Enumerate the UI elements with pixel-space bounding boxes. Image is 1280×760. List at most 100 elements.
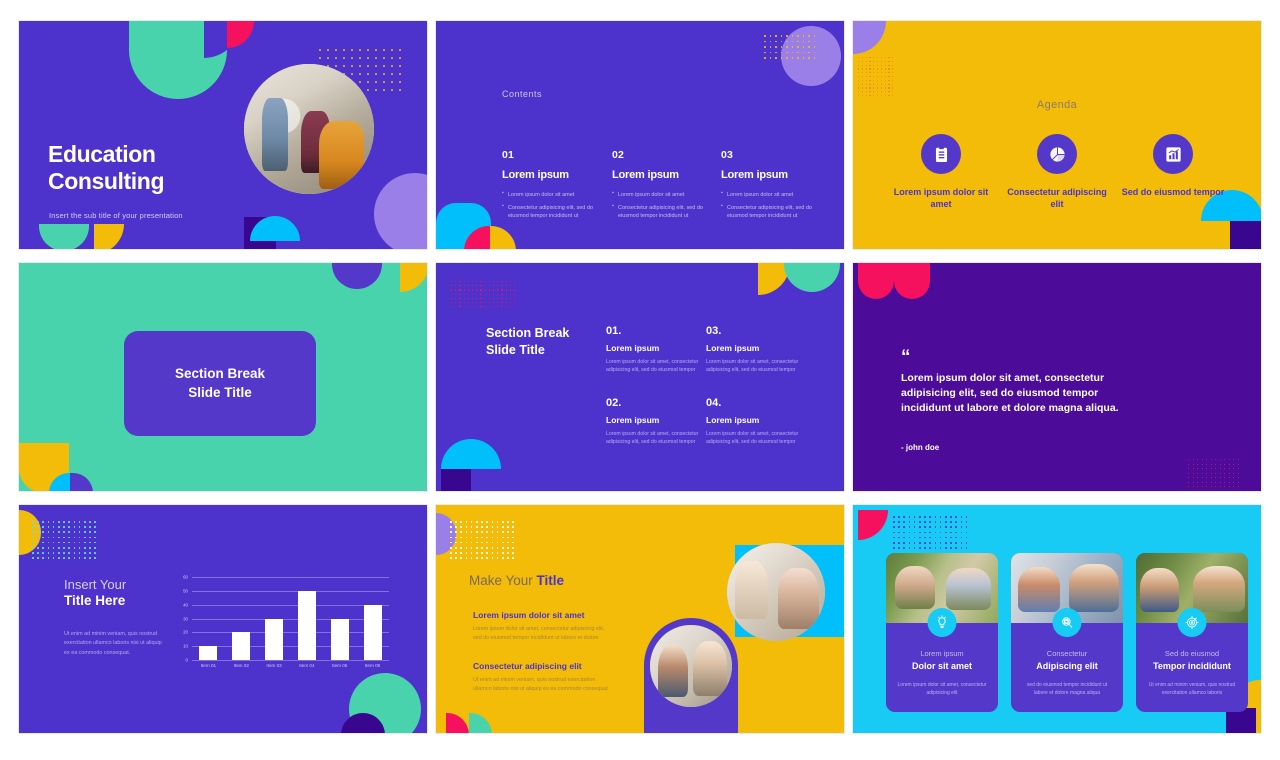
chart-gridline [192, 660, 389, 661]
title-photo [244, 64, 374, 194]
decor-dot-grid-pink [1188, 459, 1242, 491]
column-number: 01 [502, 149, 515, 161]
decor-pink-half-circle-left [858, 263, 894, 299]
decor-yellow-quarter [94, 224, 124, 249]
block-heading-1: Lorem ipsum dolor sit amet [473, 610, 585, 620]
chart-slide-title: Insert Your Title Here [64, 577, 126, 610]
card-title: Tempor incididunt [1153, 661, 1231, 671]
quote-text: Lorem ipsum dolor sit amet, consectetur … [901, 372, 1119, 415]
card-text: sed do eiusmod tempor incididunt ut labo… [1026, 682, 1108, 697]
decor-lavender-circle [374, 173, 427, 249]
section-list-item-2: 02. Lorem ipsum Lorem ipsum dolor sit am… [606, 397, 702, 447]
chart-bars [192, 577, 389, 660]
card-kicker: Consectetur [1046, 649, 1088, 658]
card-1[interactable]: Lorem ipsum Dolor sit amet Lorem ipsum d… [886, 553, 998, 712]
agenda-item-2[interactable]: Consectetur adipiscing elit [1003, 134, 1111, 210]
card-3[interactable]: Sed do eiusmod Tempor incididunt Ut enim… [1136, 553, 1248, 712]
quote-author: - john doe [901, 443, 940, 452]
agenda-item-caption: Sed do eiusmod tempor [1121, 187, 1225, 197]
section-title-line-2: Slide Title [486, 342, 545, 357]
chart-x-tick: Item 05 [332, 663, 348, 668]
title-subtitle: Insert the sub title of your presentatio… [49, 211, 183, 220]
slide-chart[interactable]: Insert Your Title Here Ut enim ad minim … [18, 504, 428, 734]
title-line-1: Education [48, 141, 156, 167]
slide-agenda[interactable]: Agenda Lorem ipsum dolor sit amet Consec… [852, 20, 1262, 250]
decor-dot-grid-cyan [32, 521, 100, 563]
decor-pink-quarter [858, 510, 888, 540]
item-number: 04. [706, 397, 722, 409]
chart-x-axis: Item 01 Item 02 Item 03 Item 04 Item 05 Item … [192, 663, 389, 668]
agenda-item-3[interactable]: Sed do eiusmod tempor [1119, 134, 1227, 210]
section-list-item-3: 03. Lorem ipsum Lorem ipsum dolor sit am… [706, 325, 802, 375]
decor-purple-half-circle [332, 263, 382, 289]
card-title: Dolor sit amet [911, 661, 972, 671]
block-body-1: Lorem ipsum dolor sit amet, consectetur … [473, 626, 605, 642]
card-2[interactable]: Consectetur Adipiscing elit sed do eiusm… [1011, 553, 1123, 712]
section-list-item-4: 04. Lorem ipsum Lorem ipsum dolor sit am… [706, 397, 802, 447]
chart-bar [363, 604, 382, 660]
slide-section-break-list[interactable]: Section Break Slide Title 01. Lorem ipsu… [435, 262, 845, 492]
item-heading: Lorem ipsum [706, 343, 760, 353]
classroom-photo [727, 543, 825, 641]
decor-teal-quarter [469, 713, 492, 733]
title-line-2: Consulting [48, 168, 165, 195]
section-break-title-line-1: Section Break [174, 366, 266, 382]
chart-bar [232, 632, 251, 660]
chart-x-tick: Item 02 [233, 663, 249, 668]
heading-plain: Make Your [469, 573, 537, 588]
card-title: Adipiscing elit [1036, 661, 1098, 671]
decor-dot-grid-pink [451, 281, 518, 310]
chart-bar [199, 646, 218, 660]
item-number: 03. [706, 325, 722, 337]
list-item: Consectetur adipisicing elit, sed do eiu… [721, 203, 821, 221]
slide-three-cards[interactable]: Lorem ipsum Dolor sit amet Lorem ipsum d… [852, 504, 1262, 734]
decor-yellow-quarter [400, 263, 427, 292]
bar-chart: 0 10 20 30 40 50 60 Item 01 Item 02 Item 03 Item … [174, 575, 389, 677]
decor-darkpurple-square [441, 466, 471, 491]
slide-heading: Make Your Title [469, 573, 564, 588]
chart-plot-area [192, 577, 389, 661]
card-kicker: Lorem ipsum [920, 649, 964, 658]
item-body: Lorem ipsum dolor sit amet, consectetur … [606, 431, 699, 446]
item-number: 01. [606, 325, 622, 337]
section-break-title: Section Break Slide Title [175, 365, 265, 401]
section-list-item-1: 01. Lorem ipsum Lorem ipsum dolor sit am… [606, 325, 702, 375]
target-dartboard-icon [1177, 608, 1207, 637]
column-heading: Lorem ipsum [502, 169, 569, 181]
list-item: Lorem ipsum dolor sit amet [721, 190, 821, 200]
slide-make-your-title[interactable]: Make Your Title Lorem ipsum dolor sit am… [435, 504, 845, 734]
decor-purple-quarter [70, 473, 93, 491]
bar-chart-growth-icon [1153, 134, 1193, 174]
slide-quote[interactable]: “ Lorem ipsum dolor sit amet, consectetu… [852, 262, 1262, 492]
agenda-items: Lorem ipsum dolor sit amet Consectetur a… [883, 134, 1231, 210]
item-body: Lorem ipsum dolor sit amet, consectetur … [606, 359, 699, 374]
agenda-item-caption: Consectetur adipiscing elit [1007, 187, 1107, 210]
card-text: Ut enim ad minim veniam, quis nostrud ex… [1148, 682, 1236, 697]
quote-mark: “ [901, 347, 911, 368]
block-heading-2: Consectetur adipiscing elit [473, 661, 582, 671]
slide-contents[interactable]: Contents 01 Lorem ipsum Lorem ipsum dolo… [435, 20, 845, 250]
decor-darkpurple-square [1226, 708, 1256, 733]
decor-pink-half-circle-right [894, 263, 930, 299]
slide-title[interactable]: Education Consulting Insert the sub titl… [18, 20, 428, 250]
contents-label: Contents [502, 89, 543, 99]
agenda-item-1[interactable]: Lorem ipsum dolor sit amet [887, 134, 995, 210]
chart-bar [297, 590, 316, 660]
decor-dot-grid-orange [858, 57, 896, 99]
contents-column-1: 01 Lorem ipsum Lorem ipsum dolor sit ame… [502, 149, 602, 225]
pie-chart-icon [1037, 134, 1077, 174]
contents-column-2: 02 Lorem ipsum Lorem ipsum dolor sit ame… [612, 149, 712, 225]
decor-yellow-quarter [490, 226, 516, 249]
chart-bar [330, 618, 349, 660]
column-heading: Lorem ipsum [612, 169, 679, 181]
slide-section-break[interactable]: Section Break Slide Title [18, 262, 428, 492]
section-break-card[interactable]: Section Break Slide Title [124, 331, 316, 436]
card-text: Lorem ipsum dolor sit amet, consectetur … [897, 682, 987, 697]
lightbulb-icon [927, 608, 957, 637]
chart-x-tick: Item 01 [200, 663, 217, 668]
column-bullet-list: Lorem ipsum dolor sit amet Consectetur a… [612, 190, 712, 221]
item-body: Lorem ipsum dolor sit amet, consectetur … [706, 431, 799, 446]
card-list: Lorem ipsum Dolor sit amet Lorem ipsum d… [886, 553, 1248, 712]
column-bullet-list: Lorem ipsum dolor sit amet Consectetur a… [721, 190, 821, 221]
slide-grid: Education Consulting Insert the sub titl… [0, 0, 1280, 760]
